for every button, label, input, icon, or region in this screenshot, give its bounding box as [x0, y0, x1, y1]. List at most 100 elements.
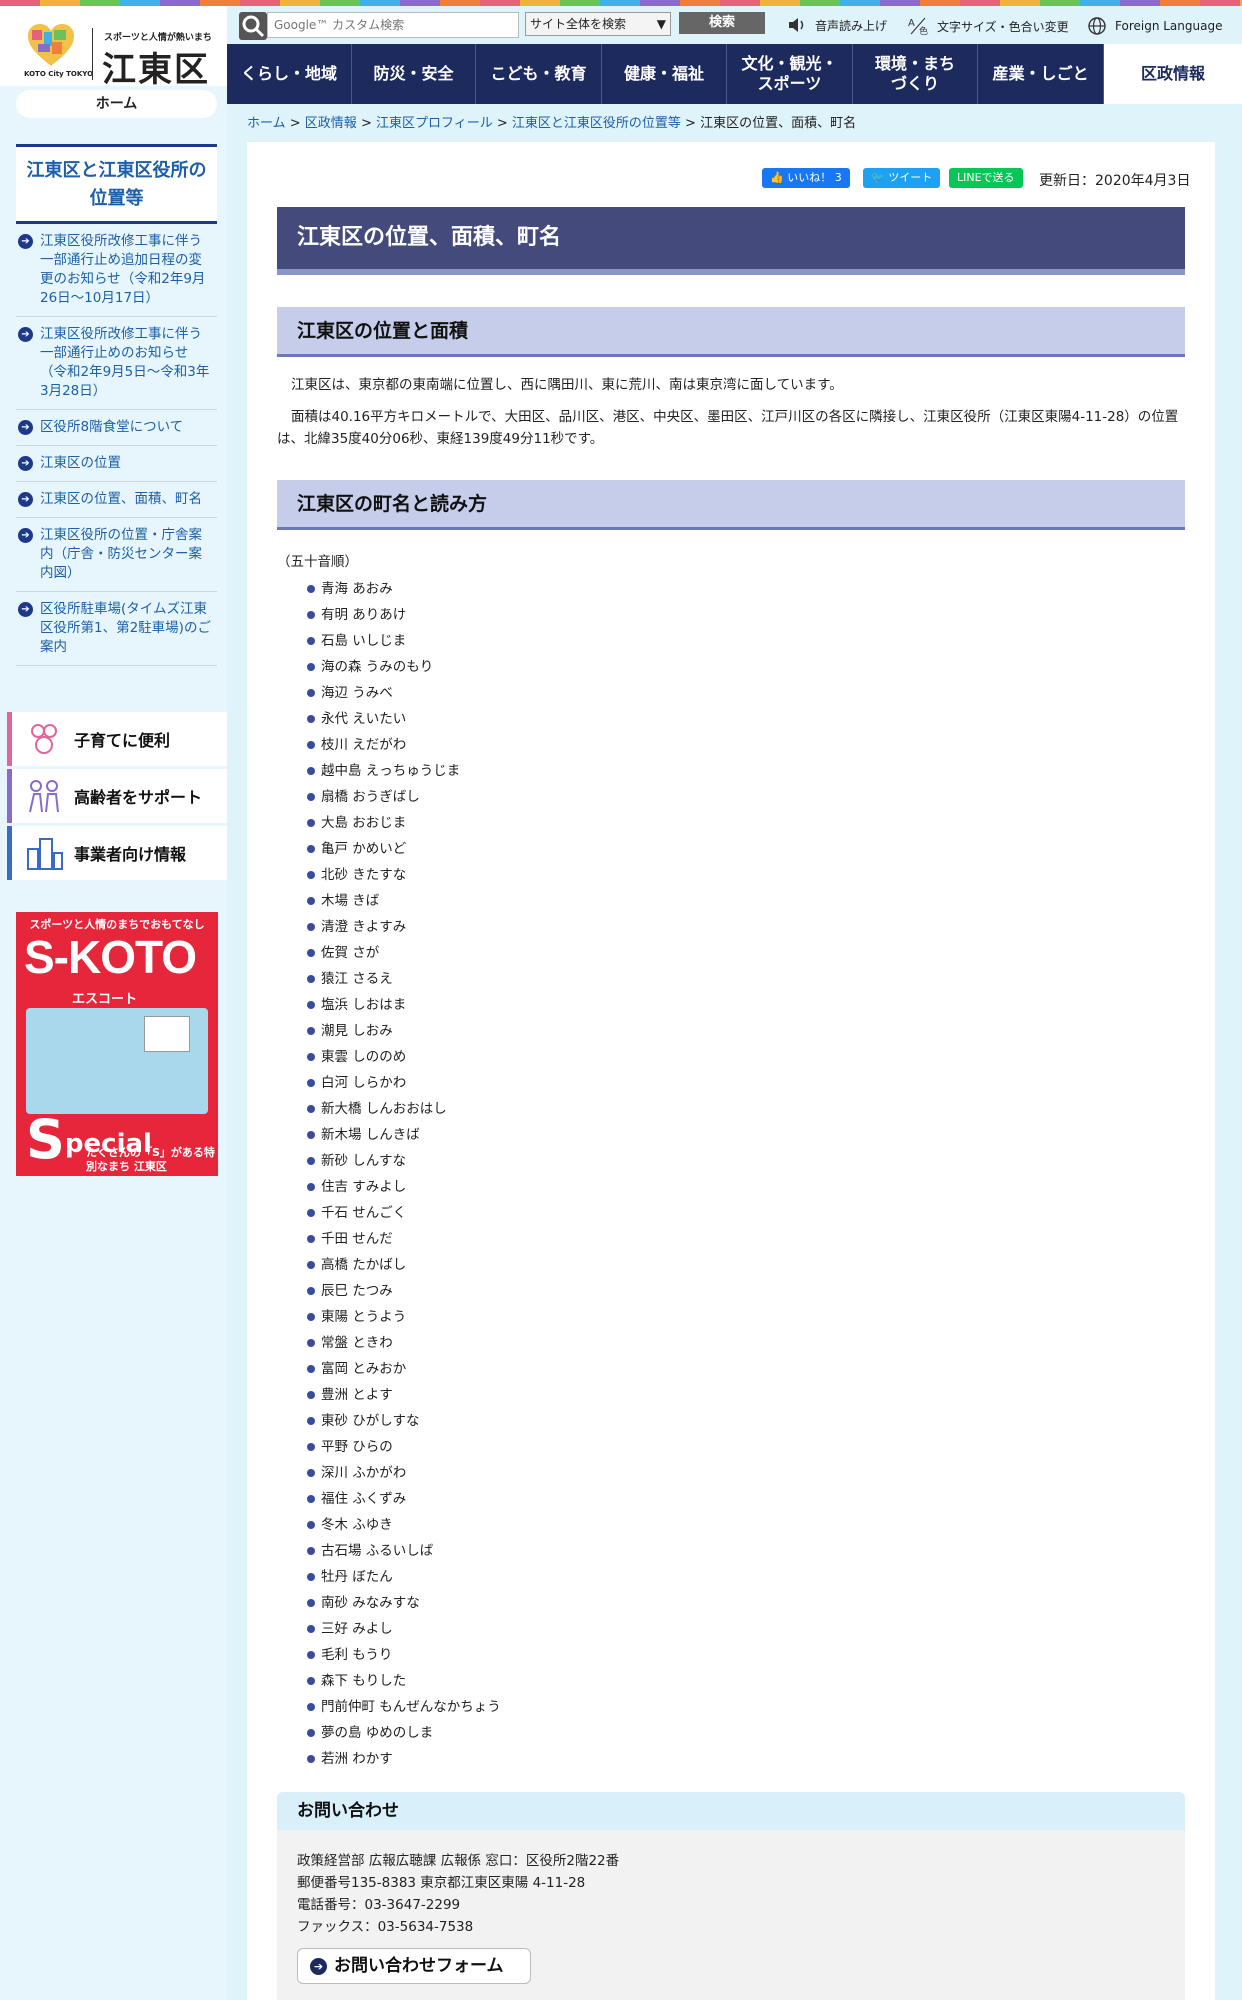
nav-life-community[interactable]: くらし・地域 — [227, 44, 352, 104]
quick-link-elderly[interactable]: 高齢者をサポート — [7, 769, 227, 823]
town-list-item: 青海 あおみ — [307, 576, 501, 602]
tweet-label: ツイート — [888, 171, 933, 184]
breadcrumb: ホーム > 区政情報 > 江東区プロフィール > 江東区と江東区役所の位置等 >… — [247, 116, 857, 131]
town-list-item: 牡丹 ぼたん — [307, 1564, 501, 1590]
town-list-item: 高橋 たかばし — [307, 1252, 501, 1278]
search-button[interactable]: 検索 — [679, 12, 765, 34]
town-list-item: 白河 しらかわ — [307, 1070, 501, 1096]
banner-skoto-text: S-KOTO — [24, 931, 197, 983]
location-paragraph: 江東区は、東京都の東南端に位置し、西に隅田川、東に荒川、南は東京湾に面しています… — [291, 377, 843, 393]
section-heading-town-names: 江東区の町名と読み方 — [277, 480, 1185, 530]
chevron-down-icon: ▼ — [656, 17, 666, 31]
side-menu-item[interactable]: ➔ 江東区の位置 — [16, 446, 217, 482]
town-list-item: 千石 せんごく — [307, 1200, 501, 1226]
side-menu-item[interactable]: ➔ 江東区役所改修工事に伴う一部通行止めのお知らせ（令和2年9月5日～令和3年3月… — [16, 317, 217, 410]
section-heading-location-area: 江東区の位置と面積 — [277, 307, 1185, 357]
contact-form-label: お問い合わせフォーム — [334, 1956, 504, 1976]
koto-heart-logo-icon — [28, 24, 74, 66]
breadcrumb-link[interactable]: 区政情報 — [305, 116, 357, 131]
search-scope-value: サイト全体を検索 — [530, 17, 627, 31]
town-list-item: 海の森 うみのもり — [307, 654, 501, 680]
side-menu-item-label: 区役所駐車場(タイムズ江東区役所第1、第2駐車場)のご案内 — [40, 601, 211, 655]
facebook-like-button[interactable]: 👍 いいね！ 3 — [762, 168, 850, 188]
site-logo[interactable]: KOTO City TOKYO スポーツと人情が熱いまち 江東区 — [0, 6, 227, 90]
town-list-item: 三好 みよし — [307, 1616, 501, 1642]
town-list-item: 扇橋 おうぎばし — [307, 784, 501, 810]
text-size-color-link[interactable]: A色 文字サイズ・色合い変更 — [907, 16, 1069, 36]
top-utility-bar: サイト全体を検索 ▼ 検索 音声読み上げ A色 文字サイズ・色合い変更 Forei… — [227, 6, 1242, 44]
breadcrumb-link[interactable]: ホーム — [247, 116, 286, 131]
breadcrumb-link[interactable]: 江東区と江東区役所の位置等 — [512, 116, 681, 131]
town-list-item: 亀戸 かめいど — [307, 836, 501, 862]
search-input[interactable] — [267, 12, 519, 38]
contact-heading: お問い合わせ — [277, 1792, 1185, 1830]
speaker-icon — [789, 18, 804, 32]
tweet-button[interactable]: 🐦 ツイート — [863, 168, 941, 188]
quick-link-business[interactable]: 事業者向け情報 — [7, 826, 227, 880]
nav-environment-town[interactable]: 環境・まちづくり — [853, 44, 978, 104]
nav-label: 環境・まちづくり — [875, 54, 956, 93]
banner-bottom-text: たくさんの「S」がある特別なまち 江東区 — [86, 1146, 215, 1173]
s-koto-banner[interactable]: スポーツと人情のまちでおもてなし S-KOTO エスコート Special たく… — [16, 912, 218, 1176]
arrow-right-icon: ➔ — [18, 234, 33, 249]
town-list-item: 豊洲 とよす — [307, 1382, 501, 1408]
arrow-right-icon: ➔ — [18, 528, 33, 543]
side-menu-item-label: 区役所8階食堂について — [40, 419, 184, 435]
nav-city-government[interactable]: 区政情報 — [1104, 44, 1242, 104]
quick-link-label: 高齢者をサポート — [74, 788, 203, 807]
search-scope-select[interactable]: サイト全体を検索 ▼ — [525, 12, 671, 36]
town-list-item: 千田 せんだ — [307, 1226, 501, 1252]
order-note: （五十音順） — [277, 554, 358, 570]
side-menu-item[interactable]: ➔ 江東区役所の位置・庁舎案内（庁舎・防災センター案内図） — [16, 518, 217, 592]
nav-health-welfare[interactable]: 健康・福祉 — [602, 44, 727, 104]
banner-flag — [144, 1016, 190, 1052]
contact-department: 政策経営部 広報広聴課 広報係 窓口：区役所2階22番 — [297, 1853, 620, 1869]
home-link[interactable]: ホーム — [16, 90, 217, 118]
nav-industry-work[interactable]: 産業・しごと — [978, 44, 1104, 104]
search-icon[interactable] — [239, 12, 267, 40]
town-list-item: 石島 いしじま — [307, 628, 501, 654]
arrow-right-icon: ➔ — [18, 456, 33, 471]
globe-icon — [1088, 17, 1106, 35]
side-menu-item-label: 江東区役所改修工事に伴う一部通行止めのお知らせ（令和2年9月5日～令和3年3月2… — [40, 326, 210, 399]
side-menu-item[interactable]: ➔ 区役所8階食堂について — [16, 410, 217, 446]
breadcrumb-link[interactable]: 江東区プロフィール — [376, 116, 493, 131]
town-list-item: 越中島 えっちゅうじま — [307, 758, 501, 784]
town-list-item: 東陽 とうよう — [307, 1304, 501, 1330]
town-list-item: 猿江 さるえ — [307, 966, 501, 992]
line-label: LINEで送る — [957, 171, 1015, 184]
logo-divider — [92, 28, 93, 80]
nav-culture-tourism-sports[interactable]: 文化・観光・スポーツ — [727, 44, 853, 104]
svg-text:色: 色 — [919, 25, 928, 36]
side-menu-item[interactable]: ➔ 江東区の位置、面積、町名 — [16, 482, 217, 518]
banner-special-s: S — [26, 1108, 65, 1171]
side-menu-title[interactable]: 江東区と江東区役所の位置等 — [16, 144, 217, 224]
foreign-language-link[interactable]: Foreign Language — [1087, 16, 1222, 36]
nav-children-education[interactable]: こども・教育 — [476, 44, 602, 104]
town-list-item: 北砂 きたすな — [307, 862, 501, 888]
town-list-item: 永代 えいたい — [307, 706, 501, 732]
side-menu-item-label: 江東区役所の位置・庁舎案内（庁舎・防災センター案内図） — [40, 527, 202, 581]
arrow-right-icon: ➔ — [18, 492, 33, 507]
side-menu-item[interactable]: ➔ 江東区役所改修工事に伴う一部通行止め追加日程の変更のお知らせ（令和2年9月26… — [16, 224, 217, 317]
voice-readout-label: 音声読み上げ — [815, 18, 888, 33]
town-list-item: 深川 ふかがわ — [307, 1460, 501, 1486]
main-navigation: くらし・地域 防災・安全 こども・教育 健康・福祉 文化・観光・スポーツ 環境・… — [227, 44, 1242, 104]
line-share-button[interactable]: LINEで送る — [949, 168, 1023, 188]
contact-fax: ファックス：03-5634-7538 — [297, 1919, 474, 1935]
town-list-item: 清澄 きよすみ — [307, 914, 501, 940]
quick-link-childcare[interactable]: 子育てに便利 — [7, 712, 227, 766]
town-list-item: 東雲 しののめ — [307, 1044, 501, 1070]
breadcrumb-current: 江東区の位置、面積、町名 — [700, 116, 857, 131]
area-paragraph: 面積は40.16平方キロメートルで、大田区、品川区、港区、中央区、墨田区、江戸川… — [277, 409, 1179, 447]
logo-sub-text: KOTO City TOKYO — [24, 70, 94, 78]
contact-form-button[interactable]: ➔ お問い合わせフォーム — [297, 1948, 531, 1984]
voice-readout-link[interactable]: 音声読み上げ — [787, 16, 887, 34]
elderly-couple-icon — [29, 780, 59, 813]
arrow-right-icon: ➔ — [18, 602, 33, 617]
side-menu: 江東区と江東区役所の位置等 ➔ 江東区役所改修工事に伴う一部通行止め追加日程の変更… — [16, 144, 217, 674]
side-menu-item[interactable]: ➔ 区役所駐車場(タイムズ江東区役所第1、第2駐車場)のご案内 — [16, 592, 217, 666]
contact-address: 郵便番号135-8383 東京都江東区東陽 4-11-28 — [297, 1875, 586, 1891]
nav-disaster-safety[interactable]: 防災・安全 — [352, 44, 476, 104]
town-list-item: 福住 ふくずみ — [307, 1486, 501, 1512]
